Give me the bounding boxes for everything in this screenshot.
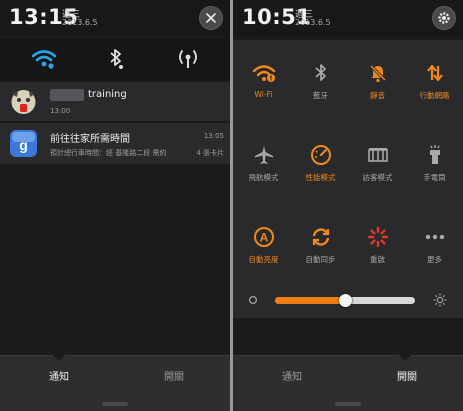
notification-title: 前往往家所需時間	[50, 134, 130, 145]
status-header: 13:15 週三 2013.6.5	[0, 0, 230, 36]
tab-notifications[interactable]: 通知	[252, 368, 332, 383]
toggle-airplane[interactable]: 飛航模式	[235, 130, 292, 200]
tab-switches[interactable]: 開關	[134, 368, 214, 383]
drag-handle[interactable]	[335, 402, 361, 406]
wifi-toggle[interactable]	[29, 44, 59, 74]
antenna-icon	[179, 50, 197, 68]
more-icon	[422, 224, 447, 249]
toggle-guest[interactable]: 訪客模式	[349, 130, 406, 200]
sync-icon	[308, 224, 333, 249]
date: 2013.6.5	[62, 18, 98, 27]
toggle-label: 飛航模式	[248, 173, 279, 182]
close-icon	[206, 13, 216, 23]
toggle-flashlight[interactable]: 手電筒	[406, 130, 463, 200]
toggle-label: 訪客模式	[362, 173, 393, 182]
notification-panel: 13:15 週三 2013.6.5 training 13:00 g 前往往家所…	[0, 0, 230, 411]
wifi-icon	[31, 50, 57, 69]
toggle-bluetooth[interactable]: 藍牙	[292, 48, 349, 118]
toggle-label: 手電筒	[423, 173, 446, 182]
toggle-label: 性能模式	[305, 173, 336, 182]
toggle-label: 自動亮度	[248, 255, 279, 264]
notification-commute[interactable]: g 前往往家所需時間 13:05 預計總行車時間：經 基隆路二段 需約 4 張卡…	[0, 123, 230, 165]
toggle-label: Wi-Fi	[254, 90, 273, 99]
notification-training[interactable]: training 13:00	[0, 82, 230, 122]
tab-notifications[interactable]: 通知	[19, 368, 99, 383]
toggle-label: 靜音	[370, 91, 385, 100]
gear-icon	[438, 12, 450, 24]
app-icon	[9, 88, 38, 117]
date: 2013.6.5	[295, 18, 331, 27]
bluetooth-icon	[110, 49, 123, 69]
toggle-panel: 10:51 週三 2013.6.5 Wi-Fi 藍牙 靜音 行動網路 飛航模式 …	[233, 0, 463, 411]
mobile-data-icon	[422, 60, 447, 85]
toggle-performance[interactable]: 性能模式	[292, 130, 349, 200]
bottom-tabs: 通知 開關	[0, 355, 230, 411]
settings-button[interactable]	[432, 6, 456, 30]
clear-notifications-button[interactable]	[199, 6, 223, 30]
flashlight-icon	[422, 142, 447, 167]
google-now-icon: g	[9, 129, 38, 158]
toggle-label: 重啟	[370, 255, 385, 264]
bluetooth-icon	[308, 60, 333, 85]
status-header: 10:51 週三 2013.6.5	[233, 0, 463, 36]
tab-switches[interactable]: 開關	[367, 368, 447, 383]
toggle-auto-brightness[interactable]: A 自動亮度	[235, 212, 292, 282]
notification-time: 13:05	[203, 132, 224, 140]
mute-bell-icon	[365, 60, 390, 85]
guest-mode-icon	[365, 142, 390, 167]
character-app-icon	[11, 90, 36, 114]
airplane-icon	[251, 142, 276, 167]
brightness-row	[233, 283, 463, 318]
auto-brightness-icon: A	[251, 224, 276, 249]
bluetooth-toggle[interactable]	[101, 44, 131, 74]
toggle-mobile-data[interactable]: 行動網路	[406, 48, 463, 118]
notification-time: 13:00	[50, 107, 71, 115]
toggle-wifi[interactable]: Wi-Fi	[235, 48, 292, 118]
notification-detail: 預計總行車時間：經 基隆路二段 需約	[50, 149, 167, 157]
active-tab-indicator	[399, 355, 411, 361]
toggle-label: 行動網路	[419, 91, 450, 100]
toggle-reboot[interactable]: 重啟	[349, 212, 406, 282]
performance-icon	[308, 142, 333, 167]
toggle-label: 藍牙	[313, 91, 328, 100]
brightness-thumb[interactable]	[339, 294, 352, 307]
brightness-fill	[275, 297, 345, 304]
toggle-grid: Wi-Fi 藍牙 靜音 行動網路 飛航模式 性能模式 訪客模式 手電筒 A 自動…	[233, 40, 463, 315]
wifi-alert-icon	[251, 60, 276, 85]
brightness-high-icon	[433, 293, 447, 307]
card-count: 4 張卡片	[196, 149, 224, 157]
data-toggle[interactable]	[173, 44, 203, 74]
redacted-sender	[50, 89, 84, 101]
toggle-label: 更多	[427, 255, 442, 264]
svg-text:A: A	[259, 230, 268, 244]
drag-handle[interactable]	[102, 402, 128, 406]
bottom-tabs: 通知 開關	[233, 355, 463, 411]
toggle-auto-sync[interactable]: 自動同步	[292, 212, 349, 282]
notification-title: training	[88, 89, 127, 100]
toggle-more[interactable]: 更多	[406, 212, 463, 282]
quick-toggles	[0, 38, 230, 80]
active-tab-indicator	[53, 355, 65, 361]
toggle-label: 自動同步	[305, 255, 336, 264]
toggle-mute[interactable]: 靜音	[349, 48, 406, 118]
brightness-slider[interactable]	[275, 294, 415, 307]
brightness-low-icon	[248, 295, 258, 305]
reboot-icon	[365, 224, 390, 249]
svg-text:g: g	[19, 137, 28, 153]
